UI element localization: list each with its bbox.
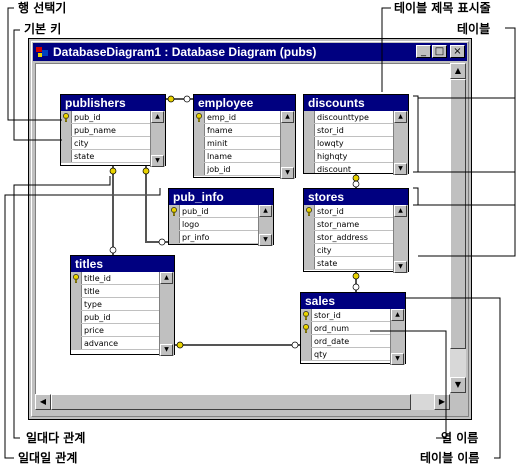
leader-table-t2 xyxy=(418,98,516,173)
leader-table-name xyxy=(405,297,501,459)
leader-table-t1 xyxy=(418,27,516,99)
leader-table-t4 xyxy=(418,205,516,257)
leader-one-to-many xyxy=(13,176,111,439)
leader-one-to-one xyxy=(4,188,161,459)
leader-primary-key xyxy=(13,29,62,141)
leader-row-selector xyxy=(7,7,62,121)
leader-table-t3 xyxy=(418,172,516,206)
leader-column-name xyxy=(370,330,447,439)
relationship-lines xyxy=(4,7,516,459)
leader-table-title-display xyxy=(381,7,391,92)
